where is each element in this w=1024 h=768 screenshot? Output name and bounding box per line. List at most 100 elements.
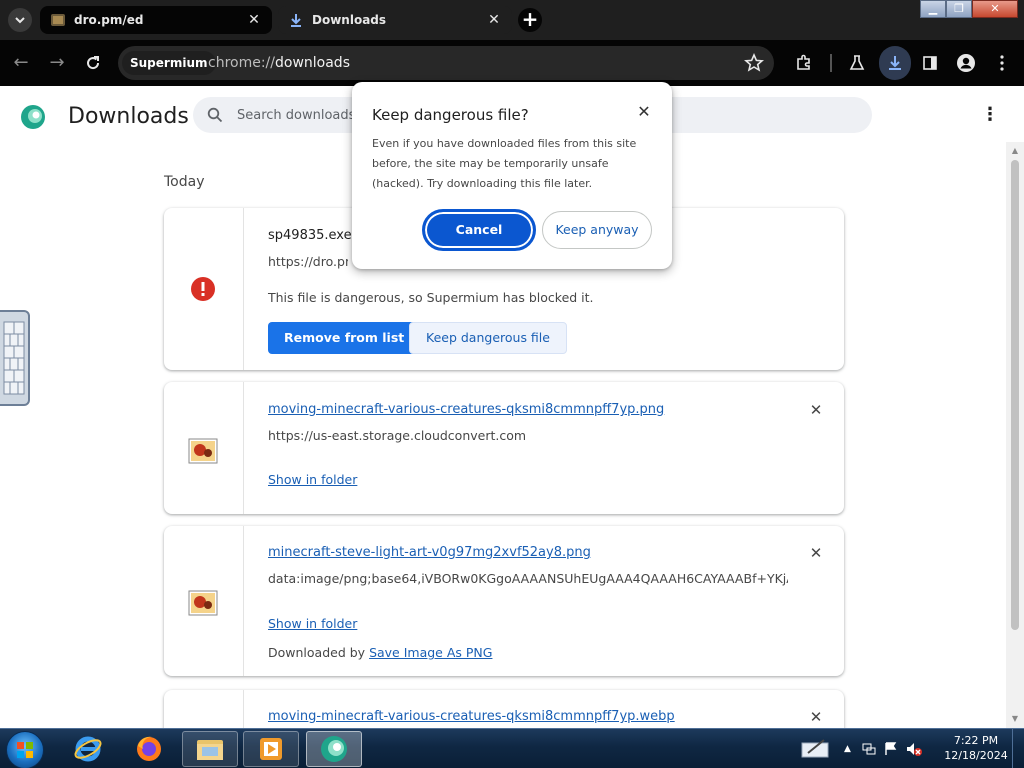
- file-name-link[interactable]: moving-minecraft-various-creatures-qksmi…: [268, 709, 675, 724]
- remove-download-icon[interactable]: ✕: [808, 545, 824, 561]
- download-card: moving-minecraft-various-creatures-qksmi…: [164, 690, 844, 728]
- clock-time: 7:22 PM: [953, 734, 999, 747]
- page-scrollbar[interactable]: ▲ ▼: [1006, 142, 1024, 728]
- volume-muted-icon[interactable]: [905, 741, 923, 757]
- downloads-toolbar-icon-wrap[interactable]: [884, 52, 906, 74]
- file-url[interactable]: data:image/png;base64,iVBORw0KGgoAAAANSU…: [268, 571, 788, 586]
- profile-button[interactable]: [955, 52, 977, 74]
- image-file-icon: [188, 590, 218, 616]
- folder-icon: [197, 740, 223, 760]
- supermium-logo-icon: [21, 105, 45, 129]
- extensions-button[interactable]: [793, 52, 815, 74]
- pen-input-icon[interactable]: [800, 737, 832, 761]
- browser-menu-button[interactable]: [991, 52, 1013, 74]
- show-desktop-button[interactable]: [1012, 729, 1024, 768]
- supermium-icon: [321, 736, 347, 762]
- media-player-icon: [260, 738, 282, 760]
- flask-icon: [849, 55, 865, 70]
- dialog-title: Keep dangerous file?: [372, 106, 529, 124]
- close-window-button[interactable]: ✕: [972, 0, 1018, 18]
- tab-title: Downloads: [312, 13, 387, 27]
- tab-close-icon[interactable]: ✕: [246, 12, 262, 28]
- search-icon: [207, 107, 223, 123]
- cancel-button[interactable]: Cancel: [422, 209, 536, 251]
- file-explorer-taskbar-button[interactable]: [182, 731, 238, 767]
- back-button[interactable]: ←: [8, 50, 34, 76]
- windows-taskbar: ▲ 7:22 PM 12/18/2024: [0, 728, 1024, 768]
- dialog-close-icon[interactable]: ✕: [636, 104, 652, 120]
- firefox-icon: [137, 736, 161, 761]
- supermium-taskbar-button[interactable]: [306, 731, 362, 767]
- remove-download-icon[interactable]: ✕: [808, 709, 824, 725]
- tab-search-button[interactable]: [8, 8, 32, 32]
- windows-logo-icon: [17, 742, 33, 758]
- file-icon-column: [164, 526, 244, 676]
- start-button[interactable]: [6, 731, 44, 768]
- tab-strip: dro.pm/ed ✕ Downloads ✕ + ▁ ❐ ✕: [0, 0, 1024, 40]
- address-bar[interactable]: Supermium chrome://downloads: [118, 46, 774, 80]
- file-icon-column: [164, 690, 244, 728]
- side-panel-button[interactable]: [919, 52, 941, 74]
- url-host: downloads: [275, 55, 350, 71]
- extension-link[interactable]: Save Image As PNG: [369, 645, 492, 660]
- show-in-folder-link[interactable]: Show in folder: [268, 472, 357, 487]
- tab-close-icon[interactable]: ✕: [486, 12, 502, 28]
- network-icon[interactable]: [861, 741, 877, 757]
- file-icon-column: [164, 382, 244, 514]
- download-card: minecraft-steve-light-art-v0g97mg2xvf52a…: [164, 526, 844, 676]
- page-favicon-icon: [51, 14, 65, 26]
- remove-download-icon[interactable]: ✕: [808, 402, 824, 418]
- minimize-button[interactable]: ▁: [920, 0, 946, 18]
- chevron-down-icon: [15, 17, 25, 24]
- keyboard-icon: [3, 321, 25, 395]
- url-text[interactable]: chrome://downloads: [208, 55, 350, 71]
- tab-dro[interactable]: dro.pm/ed ✕: [40, 6, 272, 34]
- clock-date: 12/18/2024: [944, 749, 1008, 762]
- file-url[interactable]: https://us-east.storage.cloudconvert.com: [268, 428, 788, 443]
- internet-explorer-taskbar-button[interactable]: [60, 731, 116, 767]
- download-icon: [889, 56, 901, 70]
- internet-explorer-icon: [74, 736, 102, 762]
- forward-button[interactable]: →: [44, 50, 70, 76]
- tab-downloads[interactable]: Downloads ✕: [278, 6, 512, 34]
- downloaded-by-line: Downloaded by Save Image As PNG: [268, 645, 492, 660]
- show-hidden-icons-icon[interactable]: ▲: [844, 744, 851, 754]
- action-center-flag-icon[interactable]: [883, 741, 899, 757]
- labs-button[interactable]: [846, 52, 868, 74]
- file-url[interactable]: https://dro.pm: [268, 254, 348, 269]
- reload-button[interactable]: [80, 50, 106, 76]
- url-scheme: chrome://: [208, 55, 275, 71]
- show-in-folder-link[interactable]: Show in folder: [268, 616, 357, 631]
- file-name-link[interactable]: minecraft-steve-light-art-v0g97mg2xvf52a…: [268, 545, 591, 560]
- media-player-taskbar-button[interactable]: [243, 731, 299, 767]
- downloaded-by-prefix: Downloaded by: [268, 645, 366, 660]
- download-icon: [291, 14, 301, 27]
- keep-dangerous-file-button[interactable]: Keep dangerous file: [409, 322, 567, 354]
- danger-icon: [191, 277, 215, 301]
- page-menu-button[interactable]: ⋮: [980, 106, 1000, 126]
- file-icon-column: [164, 208, 244, 370]
- bookmark-star-icon[interactable]: [744, 53, 764, 73]
- keep-dangerous-dialog: Keep dangerous file? ✕ Even if you have …: [352, 82, 672, 269]
- keep-anyway-button[interactable]: Keep anyway: [542, 211, 652, 249]
- danger-message: This file is dangerous, so Supermium has…: [268, 290, 594, 305]
- tab-title: dro.pm/ed: [74, 13, 144, 27]
- file-name: sp49835.exe: [268, 228, 352, 243]
- touch-keyboard-widget[interactable]: [0, 310, 30, 406]
- browser-toolbar: ← → Supermium chrome://downloads: [0, 40, 1024, 86]
- firefox-taskbar-button[interactable]: [121, 731, 177, 767]
- file-name-link[interactable]: moving-minecraft-various-creatures-qksmi…: [268, 402, 664, 417]
- remove-from-list-button[interactable]: Remove from list: [268, 322, 421, 354]
- image-file-icon: [188, 438, 218, 464]
- avatar-icon: [957, 54, 975, 72]
- browser-chip[interactable]: Supermium: [122, 51, 216, 75]
- date-section-label: Today: [164, 174, 205, 190]
- new-tab-button[interactable]: +: [518, 8, 542, 32]
- scroll-down-icon[interactable]: ▼: [1010, 714, 1020, 724]
- taskbar-clock[interactable]: 7:22 PM 12/18/2024: [938, 733, 1014, 763]
- scroll-up-icon[interactable]: ▲: [1010, 146, 1020, 156]
- dialog-body: Even if you have downloaded files from t…: [372, 137, 637, 190]
- system-tray: ▲: [800, 729, 923, 768]
- restore-button[interactable]: ❐: [946, 0, 972, 18]
- scrollbar-thumb[interactable]: [1011, 160, 1019, 630]
